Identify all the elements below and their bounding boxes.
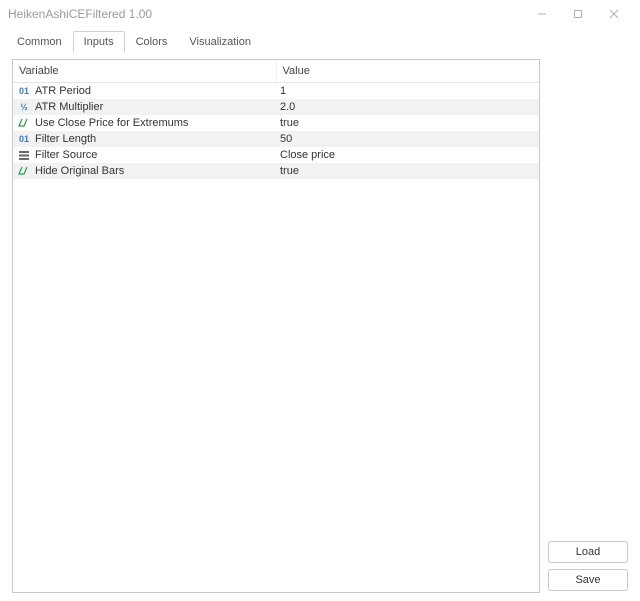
tab-inputs[interactable]: Inputs bbox=[73, 31, 125, 53]
tab-bar: Common Inputs Colors Visualization bbox=[0, 28, 640, 53]
table-row[interactable]: Use Close Price for Extremums true bbox=[13, 115, 539, 131]
inputs-table: Variable Value 01 ATR Period 1 ½ ATR Multi… bbox=[13, 60, 539, 179]
tab-visualization[interactable]: Visualization bbox=[178, 31, 262, 53]
side-button-panel: Load Save bbox=[548, 59, 628, 593]
table-row[interactable]: Hide Original Bars true bbox=[13, 163, 539, 179]
save-button[interactable]: Save bbox=[548, 569, 628, 591]
titlebar: HeikenAshiCEFiltered 1.00 bbox=[0, 0, 640, 28]
var-label: Filter Source bbox=[35, 149, 97, 161]
minimize-button[interactable] bbox=[524, 0, 560, 28]
maximize-icon bbox=[573, 9, 583, 19]
var-value[interactable]: 2.0 bbox=[276, 99, 539, 115]
table-row[interactable]: ½ ATR Multiplier 2.0 bbox=[13, 99, 539, 115]
enum-icon bbox=[17, 149, 31, 161]
tab-common[interactable]: Common bbox=[6, 31, 73, 53]
double-icon: ½ bbox=[17, 101, 31, 113]
close-icon bbox=[609, 9, 619, 19]
var-value[interactable]: 1 bbox=[276, 83, 539, 99]
var-value[interactable]: 50 bbox=[276, 131, 539, 147]
table-row[interactable]: 01 Filter Length 50 bbox=[13, 131, 539, 147]
table-row[interactable]: 01 ATR Period 1 bbox=[13, 83, 539, 99]
col-header-variable[interactable]: Variable bbox=[13, 60, 276, 83]
var-label: Use Close Price for Extremums bbox=[35, 117, 188, 129]
table-row[interactable]: Filter Source Close price bbox=[13, 147, 539, 163]
int-icon: 01 bbox=[17, 85, 31, 97]
inputs-table-container: Variable Value 01 ATR Period 1 ½ ATR Multi… bbox=[12, 59, 540, 593]
var-label: ATR Period bbox=[35, 85, 91, 97]
col-header-value[interactable]: Value bbox=[276, 60, 539, 83]
content-area: Variable Value 01 ATR Period 1 ½ ATR Multi… bbox=[0, 53, 640, 601]
var-label: Hide Original Bars bbox=[35, 165, 124, 177]
var-value[interactable]: Close price bbox=[276, 147, 539, 163]
maximize-button[interactable] bbox=[560, 0, 596, 28]
window-controls bbox=[524, 0, 632, 28]
bool-icon bbox=[17, 117, 31, 129]
var-value[interactable]: true bbox=[276, 115, 539, 131]
minimize-icon bbox=[537, 9, 547, 19]
load-button[interactable]: Load bbox=[548, 541, 628, 563]
var-label: Filter Length bbox=[35, 133, 96, 145]
int-icon: 01 bbox=[17, 133, 31, 145]
bool-icon bbox=[17, 165, 31, 177]
var-label: ATR Multiplier bbox=[35, 101, 103, 113]
window-title: HeikenAshiCEFiltered 1.00 bbox=[8, 7, 524, 21]
tab-colors[interactable]: Colors bbox=[125, 31, 179, 53]
var-value[interactable]: true bbox=[276, 163, 539, 179]
close-button[interactable] bbox=[596, 0, 632, 28]
